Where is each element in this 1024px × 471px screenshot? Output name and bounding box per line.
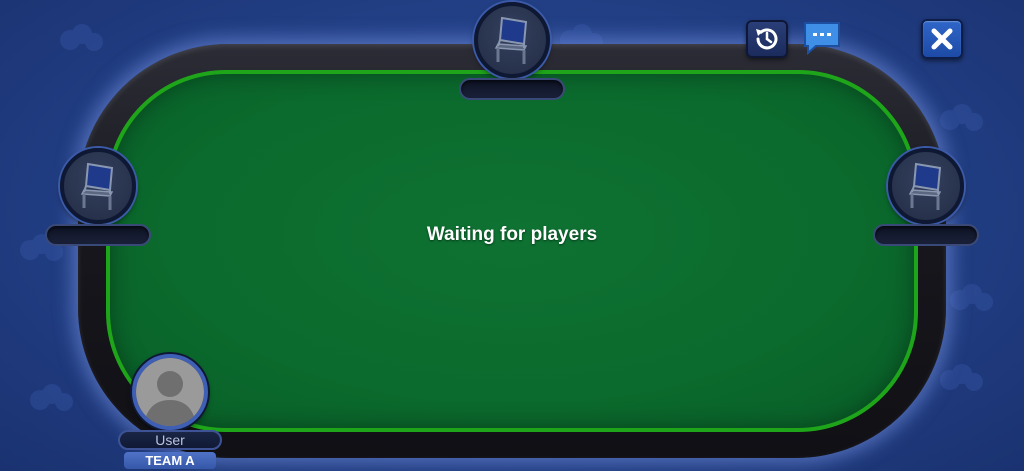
close-button[interactable] <box>921 19 963 59</box>
seat-left-nameplate <box>45 224 151 246</box>
empty-chair-icon <box>494 16 528 64</box>
seat-left[interactable] <box>60 148 136 224</box>
table-felt <box>106 70 918 432</box>
seat-right-nameplate <box>873 224 979 246</box>
seat-right[interactable] <box>888 148 964 224</box>
player-team-badge: TEAM A <box>124 452 216 469</box>
history-icon <box>756 28 778 50</box>
close-icon <box>931 28 953 50</box>
chat-button[interactable] <box>802 20 842 56</box>
chat-icon <box>804 22 840 56</box>
seat-top[interactable] <box>474 2 550 78</box>
empty-chair-icon <box>80 162 114 210</box>
waiting-status-text: Waiting for players <box>426 224 598 245</box>
history-button[interactable] <box>746 20 788 58</box>
empty-chair-icon <box>908 162 942 210</box>
player-avatar[interactable] <box>132 354 208 430</box>
default-avatar-icon <box>136 358 204 426</box>
seat-top-nameplate <box>459 78 565 100</box>
player-name: User <box>118 430 222 450</box>
